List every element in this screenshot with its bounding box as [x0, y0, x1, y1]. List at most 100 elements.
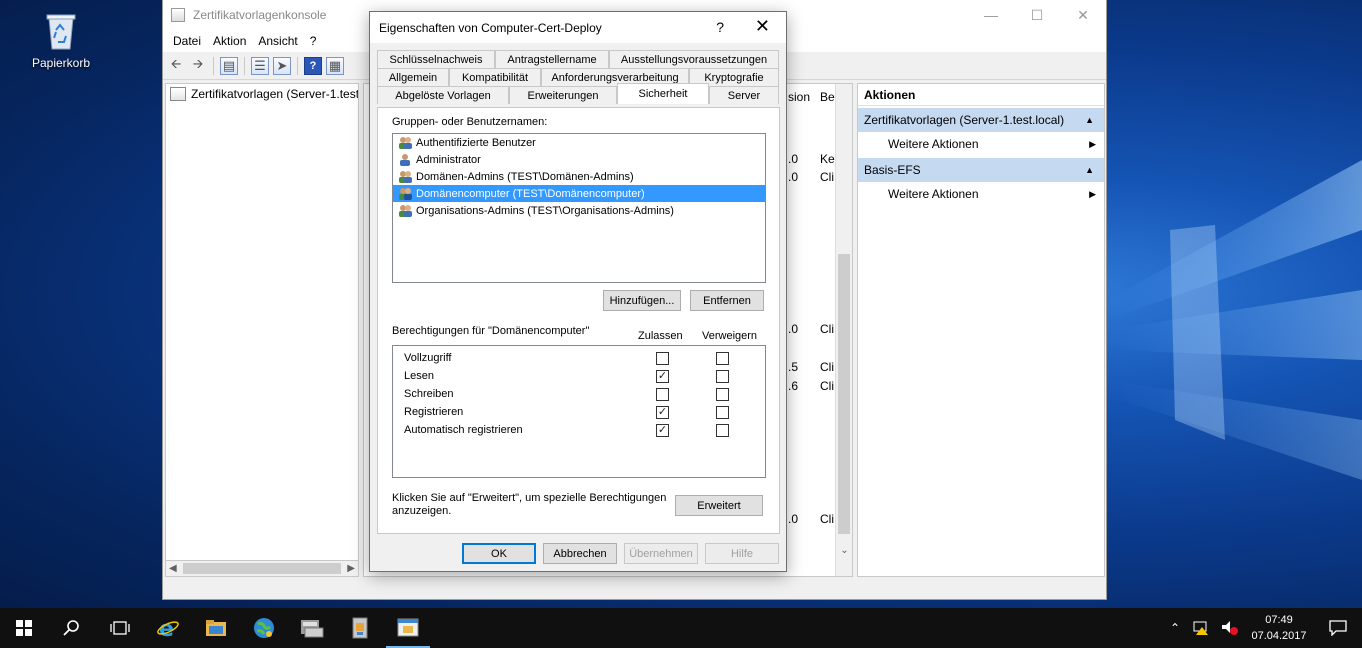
menu-help[interactable]: ?	[304, 34, 323, 48]
list-item[interactable]: Domänen-Admins (TEST\Domänen-Admins)	[393, 168, 765, 185]
menu-datei[interactable]: Datei	[167, 34, 207, 48]
show-action-pane-icon[interactable]: ▦	[326, 56, 344, 75]
more-actions-item[interactable]: Weitere Aktionen ▶	[858, 182, 1104, 206]
show-tree-icon[interactable]: ▤	[220, 56, 238, 75]
help-button[interactable]: Hilfe	[705, 543, 779, 564]
submenu-arrow-icon: ▶	[1089, 188, 1096, 199]
tab-server[interactable]: Server	[709, 86, 779, 104]
scroll-thumb[interactable]	[838, 254, 850, 534]
network-globe-icon[interactable]	[240, 608, 288, 648]
scroll-right-icon[interactable]: ▶	[347, 563, 355, 574]
forward-arrow-icon[interactable]: 🡪	[189, 56, 207, 75]
file-explorer-icon[interactable]	[192, 608, 240, 648]
deny-checkbox[interactable]	[716, 387, 729, 401]
allow-checkbox[interactable]: ✓	[656, 369, 669, 383]
tab-ausstellungsvoraussetzungen[interactable]: Ausstellungsvoraussetzungen	[609, 50, 779, 68]
deny-checkbox[interactable]	[716, 405, 729, 419]
console-tree: Zertifikatvorlagen (Server-1.test.	[165, 83, 359, 577]
collapse-triangle-icon[interactable]: ▲	[1085, 115, 1094, 125]
recycle-bin[interactable]: Papierkorb	[22, 8, 100, 70]
allow-checkbox[interactable]: ✓	[656, 423, 669, 437]
dialog-tabs: Schlüsselnachweis Antragstellername Auss…	[377, 50, 779, 104]
properties-icon[interactable]: ☰	[251, 56, 269, 75]
certification-authority-icon[interactable]	[336, 608, 384, 648]
actions-group-label: Zertifikatvorlagen (Server-1.test.local)	[864, 113, 1065, 127]
list-item[interactable]: Organisations-Admins (TEST\Organisations…	[393, 202, 765, 219]
internet-explorer-icon[interactable]: e	[144, 608, 192, 648]
server-manager-icon[interactable]	[288, 608, 336, 648]
ok-button[interactable]: OK	[462, 543, 536, 564]
list-item[interactable]: Administrator	[393, 151, 765, 168]
advanced-hint-line2: anzuzeigen.	[392, 505, 452, 517]
show-hidden-icons-chevron-icon[interactable]: ⌃	[1170, 621, 1180, 635]
help-icon[interactable]: ?	[304, 56, 322, 75]
dialog-titlebar[interactable]: Eigenschaften von Computer-Cert-Deploy ?…	[370, 12, 786, 43]
collapse-triangle-icon[interactable]: ▲	[1085, 165, 1094, 175]
user-group-icon	[398, 170, 413, 183]
tab-schluesselnachweis[interactable]: Schlüsselnachweis	[377, 50, 495, 68]
tab-allgemein[interactable]: Allgemein	[377, 68, 449, 86]
tab-antragstellername[interactable]: Antragstellername	[495, 50, 609, 68]
close-button[interactable]: ✕	[1060, 0, 1106, 30]
back-arrow-icon[interactable]: 🡨	[167, 56, 185, 75]
tab-sicherheit[interactable]: Sicherheit	[617, 83, 709, 104]
tab-kompatibilitaet[interactable]: Kompatibilität	[449, 68, 541, 86]
maximize-button[interactable]: ☐	[1014, 0, 1060, 30]
actions-group-certificate-templates[interactable]: Zertifikatvorlagen (Server-1.test.local)…	[858, 108, 1104, 132]
menu-aktion[interactable]: Aktion	[207, 34, 252, 48]
column-header-version[interactable]: sion	[788, 90, 810, 104]
tab-erweiterungen[interactable]: Erweiterungen	[509, 86, 617, 104]
advanced-button[interactable]: Erweitert	[675, 495, 763, 516]
volume-muted-icon[interactable]	[1220, 619, 1238, 638]
list-cell-version: .0	[788, 512, 799, 526]
network-warning-icon[interactable]	[1192, 619, 1210, 638]
scroll-thumb[interactable]	[183, 563, 341, 574]
scroll-down-icon[interactable]: ⌄	[836, 545, 853, 556]
add-button[interactable]: Hinzufügen...	[603, 290, 681, 311]
deny-checkbox[interactable]	[716, 351, 729, 365]
list-item-selected[interactable]: Domänencomputer (TEST\Domänencomputer)	[393, 185, 765, 202]
minimize-button[interactable]: —	[968, 0, 1014, 30]
list-cell-version: .0	[788, 170, 799, 184]
list-item-label: Authentifizierte Benutzer	[416, 136, 536, 149]
permission-name: Lesen	[404, 370, 434, 382]
menu-ansicht[interactable]: Ansicht	[252, 34, 303, 48]
cancel-button[interactable]: Abbrechen	[543, 543, 617, 564]
user-group-icon	[398, 204, 413, 217]
list-item[interactable]: Authentifizierte Benutzer	[393, 134, 765, 151]
tree-horizontal-scrollbar[interactable]: ◀ ▶	[165, 560, 359, 577]
list-vertical-scrollbar[interactable]: ⌄	[835, 84, 852, 576]
taskbar: e ⌃ 07:49 07.04.2017	[0, 608, 1362, 648]
users-listbox[interactable]: Authentifizierte Benutzer Administrator …	[392, 133, 766, 283]
allow-checkbox[interactable]	[656, 351, 669, 365]
actions-group-basis-efs[interactable]: Basis-EFS ▲	[858, 158, 1104, 182]
start-button[interactable]	[0, 608, 48, 648]
dialog-close-button[interactable]: ✕	[755, 16, 770, 37]
allow-checkbox[interactable]	[656, 387, 669, 401]
dialog-title: Eigenschaften von Computer-Cert-Deploy	[379, 20, 602, 35]
search-icon[interactable]	[48, 608, 96, 648]
list-cell-purpose: Cli	[820, 379, 834, 393]
remove-button[interactable]: Entfernen	[690, 290, 764, 311]
deny-checkbox[interactable]	[716, 423, 729, 437]
tree-item-certificate-templates[interactable]: Zertifikatvorlagen (Server-1.test.	[166, 84, 358, 104]
dialog-help-button[interactable]: ?	[716, 19, 724, 35]
deny-checkbox[interactable]	[716, 369, 729, 383]
action-center-icon[interactable]	[1314, 620, 1362, 636]
tab-abgeloeste-vorlagen[interactable]: Abgelöste Vorlagen	[377, 86, 509, 104]
column-header-purpose[interactable]: Be	[820, 90, 835, 104]
export-list-icon[interactable]: ➤	[273, 56, 291, 75]
svg-text:e: e	[159, 617, 174, 640]
list-cell-version: .0	[788, 152, 799, 166]
allow-checkbox[interactable]: ✓	[656, 405, 669, 419]
certificate-templates-console-taskbar-icon[interactable]	[384, 608, 432, 648]
permission-row: Registrieren ✓	[393, 403, 765, 421]
clock-date: 07.04.2017	[1251, 630, 1307, 642]
list-cell-version: .6	[788, 379, 799, 393]
clock[interactable]: 07:49 07.04.2017	[1244, 612, 1314, 644]
scroll-left-icon[interactable]: ◀	[169, 563, 177, 574]
apply-button[interactable]: Übernehmen	[624, 543, 698, 564]
recycle-bin-icon	[44, 12, 78, 50]
task-view-icon[interactable]	[96, 608, 144, 648]
more-actions-item[interactable]: Weitere Aktionen ▶	[858, 132, 1104, 156]
